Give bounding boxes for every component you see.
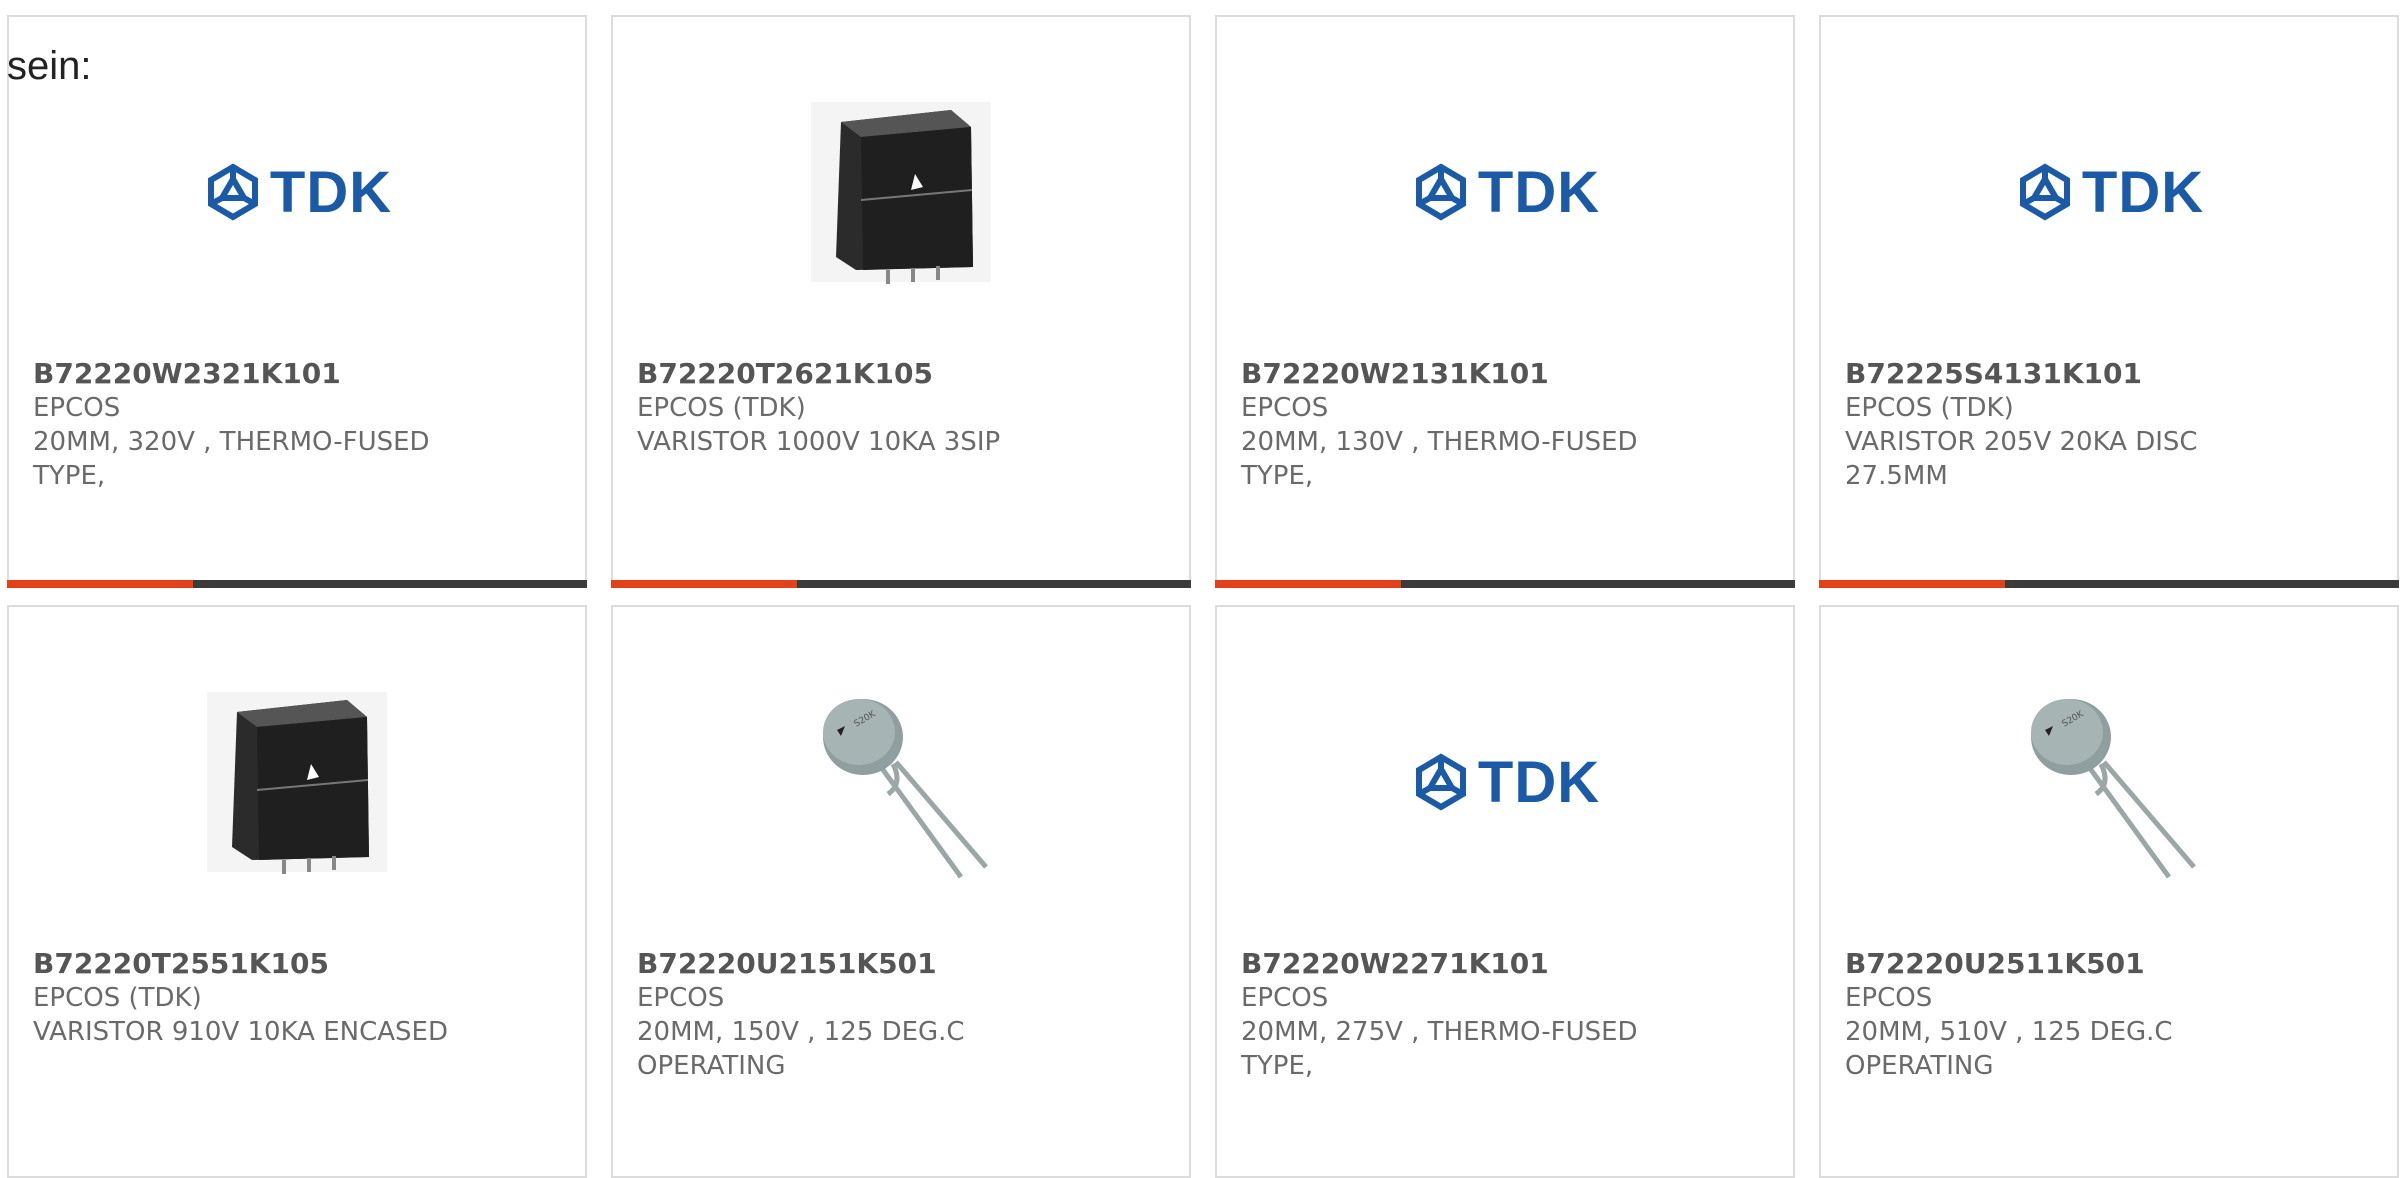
tdk-mark-icon <box>1415 753 1466 811</box>
part-number[interactable]: B72220T2621K105 <box>637 357 1165 391</box>
tdk-logo-text: TDK <box>1477 159 1601 225</box>
product-card[interactable]: TDK B72225S4131K101 EPCOS (TDK) VARISTOR… <box>1819 15 2399 588</box>
manufacturer: EPCOS <box>637 983 725 1013</box>
manufacturer: EPCOS <box>1845 983 1933 1013</box>
product-image: S20K <box>796 677 1006 887</box>
product-image: TDK <box>1400 677 1610 887</box>
progress-bar <box>1215 580 1795 588</box>
progress-fill <box>1819 580 2005 588</box>
product-grid: TDK B72220W2321K101 EPCOS 20MM, 320V , T… <box>7 15 2399 1178</box>
encased-varistor-icon <box>207 692 387 874</box>
product-image: TDK <box>2004 87 2214 297</box>
tdk-mark-icon <box>207 163 258 221</box>
tdk-logo: TDK <box>1410 749 1600 816</box>
product-card[interactable]: B72220T2551K105 EPCOS (TDK) VARISTOR 910… <box>7 605 587 1178</box>
part-number[interactable]: B72225S4131K101 <box>1845 357 2373 391</box>
tdk-logo-text: TDK <box>1477 749 1601 815</box>
product-card[interactable]: S20K B72220U2511K501 EPCOS 20MM, 510V , … <box>1819 605 2399 1178</box>
description: VARISTOR 1000V 10KA 3SIP <box>637 427 1001 457</box>
tdk-logo: TDK <box>2014 159 2204 226</box>
description: 20MM, 130V , THERMO-FUSED TYPE, <box>1241 427 1638 491</box>
manufacturer: EPCOS (TDK) <box>637 393 806 423</box>
part-number[interactable]: B72220T2551K105 <box>33 947 561 981</box>
part-number[interactable]: B72220W2321K101 <box>33 357 561 391</box>
tdk-logo-text: TDK <box>2081 159 2205 225</box>
progress-bar <box>7 580 587 588</box>
description: 20MM, 510V , 125 DEG.C OPERATING <box>1845 1017 2173 1081</box>
tdk-logo: TDK <box>1410 159 1600 226</box>
manufacturer: EPCOS <box>1241 393 1329 423</box>
disc-varistor-icon: S20K <box>2031 699 2196 879</box>
progress-fill <box>611 580 797 588</box>
product-image <box>192 677 402 887</box>
progress-bar <box>1819 580 2399 588</box>
description: 20MM, 150V , 125 DEG.C OPERATING <box>637 1017 965 1081</box>
description: VARISTOR 910V 10KA ENCASED <box>33 1017 448 1047</box>
part-number[interactable]: B72220U2511K501 <box>1845 947 2373 981</box>
progress-fill <box>1215 580 1401 588</box>
product-card[interactable]: TDK B72220W2271K101 EPCOS 20MM, 275V , T… <box>1215 605 1795 1178</box>
product-image <box>796 87 1006 297</box>
progress-fill <box>7 580 193 588</box>
manufacturer: EPCOS <box>33 393 121 423</box>
description: 20MM, 275V , THERMO-FUSED TYPE, <box>1241 1017 1638 1081</box>
tdk-mark-icon <box>2019 163 2070 221</box>
product-card[interactable]: B72220T2621K105 EPCOS (TDK) VARISTOR 100… <box>611 15 1191 588</box>
disc-varistor-icon: S20K <box>823 699 988 879</box>
product-image: TDK <box>192 87 402 297</box>
product-card[interactable]: S20K B72220U2151K501 EPCOS 20MM, 150V , … <box>611 605 1191 1178</box>
product-image: TDK <box>1400 87 1610 297</box>
part-number[interactable]: B72220W2131K101 <box>1241 357 1769 391</box>
manufacturer: EPCOS (TDK) <box>1845 393 2014 423</box>
part-number[interactable]: B72220U2151K501 <box>637 947 1165 981</box>
description: 20MM, 320V , THERMO-FUSED TYPE, <box>33 427 430 491</box>
intro-text: sein: <box>7 44 92 88</box>
tdk-logo-text: TDK <box>269 159 393 225</box>
tdk-mark-icon <box>1415 163 1466 221</box>
product-image: S20K <box>2004 677 2214 887</box>
product-card[interactable]: TDK B72220W2321K101 EPCOS 20MM, 320V , T… <box>7 15 587 588</box>
part-number[interactable]: B72220W2271K101 <box>1241 947 1769 981</box>
manufacturer: EPCOS <box>1241 983 1329 1013</box>
description: VARISTOR 205V 20KA DISC 27.5MM <box>1845 427 2198 491</box>
encased-varistor-icon <box>811 102 991 284</box>
progress-bar <box>611 580 1191 588</box>
manufacturer: EPCOS (TDK) <box>33 983 202 1013</box>
tdk-logo: TDK <box>202 159 392 226</box>
product-card[interactable]: TDK B72220W2131K101 EPCOS 20MM, 130V , T… <box>1215 15 1795 588</box>
